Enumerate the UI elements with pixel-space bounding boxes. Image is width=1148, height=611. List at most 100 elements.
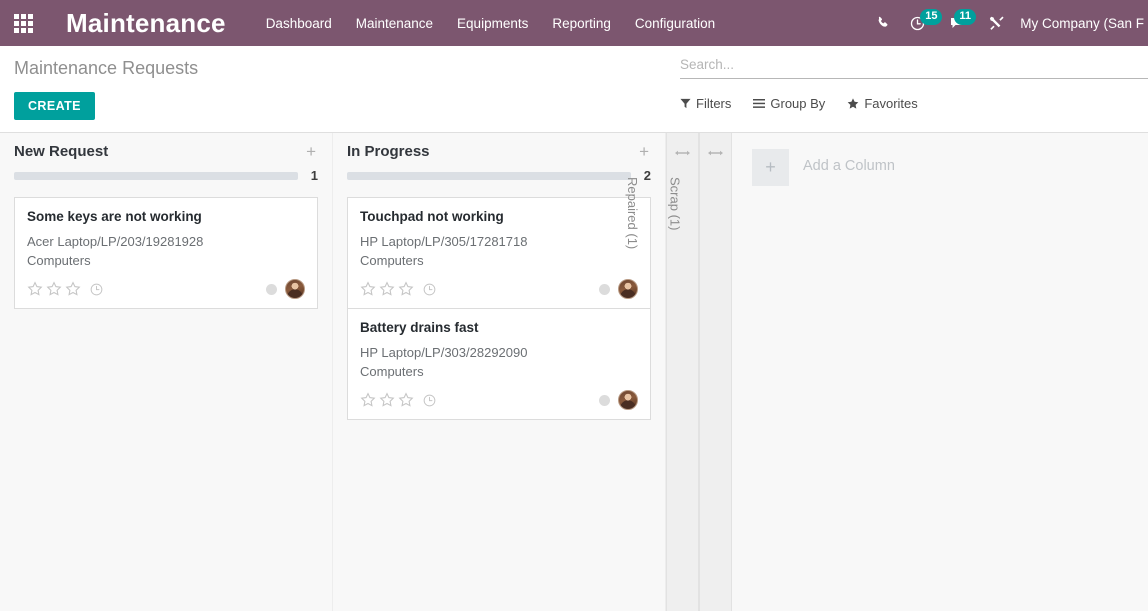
top-navbar: Maintenance Dashboard Maintenance Equipm… bbox=[0, 0, 1148, 46]
add-column-button[interactable]: + bbox=[752, 149, 789, 186]
unfold-icon[interactable] bbox=[700, 144, 731, 162]
card-meta bbox=[599, 279, 638, 299]
card-title: Some keys are not working bbox=[27, 209, 305, 224]
card-equipment: HP Laptop/LP/303/28292090 bbox=[360, 343, 638, 362]
add-record-icon[interactable]: + bbox=[304, 145, 318, 159]
priority-star-icon[interactable] bbox=[379, 392, 395, 408]
kanban-column-folded-scrap[interactable]: Scrap (1) bbox=[699, 133, 732, 611]
card-priority bbox=[360, 392, 436, 408]
arrows-horizontal-icon bbox=[708, 149, 723, 157]
schedule-activity-clock-icon[interactable] bbox=[90, 283, 103, 296]
apps-grid-icon bbox=[14, 14, 33, 33]
assignee-avatar[interactable] bbox=[618, 279, 638, 299]
favorites-dropdown[interactable]: Favorites bbox=[847, 96, 917, 111]
card-meta bbox=[599, 390, 638, 410]
column-count: 2 bbox=[641, 168, 651, 183]
priority-star-icon[interactable] bbox=[27, 281, 43, 297]
card-priority bbox=[27, 281, 103, 297]
folded-column-label: Scrap (1) bbox=[667, 177, 682, 230]
phone-button[interactable] bbox=[866, 0, 900, 46]
filters-dropdown[interactable]: Filters bbox=[680, 96, 731, 111]
card-title: Touchpad not working bbox=[360, 209, 638, 224]
menu-item-maintenance[interactable]: Maintenance bbox=[344, 10, 445, 37]
arrows-horizontal-icon bbox=[675, 149, 690, 157]
card-title: Battery drains fast bbox=[360, 320, 638, 335]
column-cards: Touchpad not working HP Laptop/LP/305/17… bbox=[347, 197, 651, 420]
column-header: In Progress + bbox=[333, 133, 665, 160]
column-progress: 2 bbox=[347, 168, 651, 183]
filter-icon bbox=[680, 98, 691, 109]
add-column-label[interactable]: Add a Column bbox=[803, 158, 895, 174]
kanban-state-dot[interactable] bbox=[599, 395, 610, 406]
card-meta bbox=[266, 279, 305, 299]
plus-icon: + bbox=[765, 157, 776, 178]
card-footer bbox=[360, 279, 638, 299]
page-title: Maintenance Requests bbox=[14, 58, 198, 79]
card-category: Computers bbox=[360, 251, 638, 270]
kanban-column-in-progress: In Progress + 2 Touchpad not working HP … bbox=[333, 133, 666, 611]
priority-star-icon[interactable] bbox=[379, 281, 395, 297]
kanban-card[interactable]: Touchpad not working HP Laptop/LP/305/17… bbox=[347, 197, 651, 308]
list-icon bbox=[753, 98, 765, 109]
priority-star-icon[interactable] bbox=[360, 392, 376, 408]
priority-star-icon[interactable] bbox=[398, 392, 414, 408]
search-area: Filters Group By Favorites bbox=[680, 56, 1148, 111]
schedule-activity-clock-icon[interactable] bbox=[423, 394, 436, 407]
assignee-avatar[interactable] bbox=[285, 279, 305, 299]
card-category: Computers bbox=[27, 251, 305, 270]
assignee-avatar[interactable] bbox=[618, 390, 638, 410]
message-count-badge: 11 bbox=[954, 9, 976, 25]
control-panel: Maintenance Requests CREATE Filters Grou… bbox=[0, 46, 1148, 133]
progress-bar[interactable] bbox=[347, 172, 631, 180]
card-equipment: Acer Laptop/LP/203/19281928 bbox=[27, 232, 305, 251]
favorites-label: Favorites bbox=[864, 96, 917, 111]
card-priority bbox=[360, 281, 436, 297]
menu-item-reporting[interactable]: Reporting bbox=[540, 10, 623, 37]
priority-star-icon[interactable] bbox=[398, 281, 414, 297]
menu-item-equipments[interactable]: Equipments bbox=[445, 10, 540, 37]
phone-icon bbox=[876, 16, 890, 30]
column-progress: 1 bbox=[14, 168, 318, 183]
progress-bar[interactable] bbox=[14, 172, 298, 180]
card-equipment: HP Laptop/LP/305/17281718 bbox=[360, 232, 638, 251]
priority-star-icon[interactable] bbox=[65, 281, 81, 297]
card-category: Computers bbox=[360, 362, 638, 381]
search-tools: Filters Group By Favorites bbox=[680, 96, 1148, 111]
search-box[interactable] bbox=[680, 56, 1148, 79]
activity-menu-button[interactable]: 15 bbox=[900, 0, 934, 46]
groupby-label: Group By bbox=[770, 96, 825, 111]
search-input[interactable] bbox=[680, 57, 1148, 72]
menu-item-configuration[interactable]: Configuration bbox=[623, 10, 727, 37]
schedule-activity-clock-icon[interactable] bbox=[423, 283, 436, 296]
tools-menu-button[interactable] bbox=[980, 0, 1014, 46]
kanban-board: New Request + 1 Some keys are not workin… bbox=[0, 133, 1148, 611]
app-brand-title[interactable]: Maintenance bbox=[66, 8, 226, 39]
kanban-card[interactable]: Some keys are not working Acer Laptop/LP… bbox=[14, 197, 318, 309]
kanban-state-dot[interactable] bbox=[599, 284, 610, 295]
add-record-icon[interactable]: + bbox=[637, 145, 651, 159]
priority-star-icon[interactable] bbox=[360, 281, 376, 297]
create-button[interactable]: CREATE bbox=[14, 92, 95, 120]
add-column-area: + Add a Column bbox=[732, 133, 1148, 611]
menu-item-dashboard[interactable]: Dashboard bbox=[254, 10, 344, 37]
star-icon bbox=[847, 98, 859, 110]
unfold-icon[interactable] bbox=[667, 144, 698, 162]
company-switcher[interactable]: My Company (San F bbox=[1020, 16, 1148, 31]
column-count: 1 bbox=[308, 168, 318, 183]
apps-menu-button[interactable] bbox=[0, 0, 46, 46]
kanban-state-dot[interactable] bbox=[266, 284, 277, 295]
priority-star-icon[interactable] bbox=[46, 281, 62, 297]
kanban-card[interactable]: Battery drains fast HP Laptop/LP/303/282… bbox=[347, 308, 651, 420]
tools-icon bbox=[989, 15, 1005, 31]
column-title: In Progress bbox=[347, 143, 430, 160]
main-menu: Dashboard Maintenance Equipments Reporti… bbox=[254, 10, 728, 37]
column-title: New Request bbox=[14, 143, 108, 160]
groupby-dropdown[interactable]: Group By bbox=[753, 96, 825, 111]
kanban-column-new-request: New Request + 1 Some keys are not workin… bbox=[0, 133, 333, 611]
navbar-right-tools: 15 11 My Company (San F bbox=[866, 0, 1148, 46]
folded-column-label: Repaired (1) bbox=[624, 177, 639, 249]
messages-menu-button[interactable]: 11 bbox=[934, 0, 980, 46]
column-header: New Request + bbox=[0, 133, 332, 160]
column-cards: Some keys are not working Acer Laptop/LP… bbox=[14, 197, 318, 309]
card-footer bbox=[360, 390, 638, 410]
